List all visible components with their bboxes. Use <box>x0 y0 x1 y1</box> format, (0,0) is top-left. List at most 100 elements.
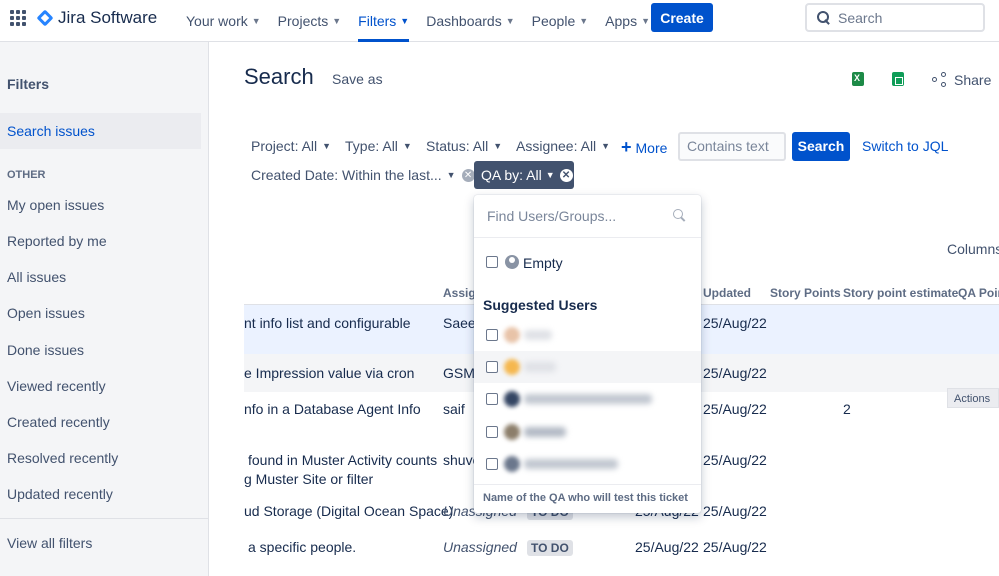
divider <box>474 237 701 238</box>
checkbox[interactable] <box>486 393 498 405</box>
checkbox[interactable] <box>486 329 498 341</box>
checkbox-empty[interactable] <box>486 256 498 268</box>
issue-summary[interactable]: e Impression value via cron <box>244 365 414 381</box>
app-name: Jira Software <box>58 8 158 27</box>
type-filter-label: Type: All <box>345 138 398 154</box>
sidebar-item-open-issues[interactable]: Open issues <box>0 295 201 331</box>
qa-by-filter[interactable]: QA by: All ▼ ✕ <box>474 161 574 189</box>
filters-sidebar: Filters Search issues OTHER My open issu… <box>0 42 209 576</box>
column-header-assignee[interactable]: Assig <box>443 286 476 300</box>
chevron-down-icon: ▼ <box>493 141 503 151</box>
sidebar-item-updated-recently[interactable]: Updated recently <box>0 476 201 512</box>
checkbox[interactable] <box>486 426 498 438</box>
issue-assignee: saif <box>443 401 465 417</box>
issue-updated: 25/Aug/22 <box>703 503 767 519</box>
issue-summary-line2[interactable]: g Muster Site or filter <box>244 471 373 487</box>
avatar <box>504 359 520 375</box>
issue-summary[interactable]: a specific people. <box>248 539 356 555</box>
user-option[interactable] <box>474 448 701 480</box>
chevron-down-icon: ▼ <box>545 170 555 180</box>
primary-nav: Your work ▼ Projects ▼ Filters ▼ Dashboards… <box>186 0 667 42</box>
create-button[interactable]: Create <box>651 3 713 32</box>
project-filter[interactable]: Project: All ▼ <box>251 138 331 154</box>
share-label: Share <box>954 72 992 88</box>
sidebar-item-all-issues[interactable]: All issues <box>0 259 201 295</box>
created-date-filter[interactable]: Created Date: Within the last... ▼ ✕ <box>251 167 475 183</box>
export-google-sheets-icon[interactable] <box>892 72 904 86</box>
issue-summary[interactable]: ud Storage (Digital Ocean Space) <box>244 503 453 519</box>
column-header-updated[interactable]: Updated <box>703 286 751 300</box>
nav-projects[interactable]: Projects ▼ <box>278 0 342 42</box>
sidebar-item-resolved-recently[interactable]: Resolved recently <box>0 440 201 476</box>
jira-logo-icon <box>37 10 53 26</box>
app-switcher-icon[interactable] <box>10 10 26 26</box>
plus-icon: + <box>621 137 632 157</box>
checkbox[interactable] <box>486 361 498 373</box>
redacted-name <box>524 459 618 469</box>
save-as-button[interactable]: Save as <box>332 71 383 87</box>
user-option[interactable] <box>474 351 701 383</box>
chevron-down-icon: ▼ <box>505 16 515 26</box>
clear-filter-icon[interactable]: ✕ <box>461 168 475 182</box>
user-option[interactable] <box>474 416 701 448</box>
column-header-story-point-estimate[interactable]: Story point estimate <box>843 286 958 300</box>
nav-label: Projects <box>277 13 329 29</box>
column-header-story-points[interactable]: Story Points <box>770 286 841 300</box>
nav-filters[interactable]: Filters ▼ <box>358 0 410 42</box>
issue-summary[interactable]: nt info list and configurable <box>244 315 411 331</box>
chevron-down-icon: ▼ <box>579 16 589 26</box>
nav-apps[interactable]: Apps ▼ <box>605 0 650 42</box>
issue-story-points: 2 <box>843 401 851 417</box>
search-placeholder: Search <box>838 9 883 26</box>
search-button[interactable]: Search <box>792 132 850 161</box>
status-filter[interactable]: Status: All ▼ <box>426 138 502 154</box>
status-filter-label: Status: All <box>426 138 489 154</box>
sidebar-item-done-issues[interactable]: Done issues <box>0 332 201 368</box>
type-filter[interactable]: Type: All ▼ <box>345 138 412 154</box>
columns-button[interactable]: Columns <box>947 241 999 257</box>
sidebar-item-view-all-filters[interactable]: View all filters <box>0 525 201 561</box>
sidebar-item-viewed-recently[interactable]: Viewed recently <box>0 368 201 404</box>
sidebar-item-reported-by-me[interactable]: Reported by me <box>0 223 201 259</box>
redacted-name <box>524 394 652 404</box>
issue-summary[interactable]: found in Muster Activity counts <box>248 452 437 468</box>
nav-dashboards[interactable]: Dashboards ▼ <box>426 0 514 42</box>
chevron-down-icon: ▼ <box>400 16 410 26</box>
column-header-qa-points[interactable]: QA Poin <box>958 286 999 300</box>
issue-assignee: GSM <box>443 365 475 381</box>
issue-created: 25/Aug/22 <box>635 539 699 555</box>
chevron-down-icon: ▼ <box>446 170 456 180</box>
redacted-name <box>524 330 552 340</box>
export-excel-icon[interactable] <box>852 72 864 86</box>
avatar <box>504 327 520 343</box>
status-badge: TO DO <box>527 540 573 556</box>
switch-to-jql-link[interactable]: Switch to JQL <box>862 138 948 154</box>
issue-summary[interactable]: nfo in a Database Agent Info <box>244 401 421 417</box>
option-empty-label: Empty <box>523 255 563 271</box>
checkbox[interactable] <box>486 458 498 470</box>
find-users-input[interactable]: Find Users/Groups... <box>487 208 616 224</box>
user-option[interactable] <box>474 383 701 415</box>
suggested-users-heading: Suggested Users <box>483 297 598 313</box>
global-search-input[interactable]: Search <box>805 3 985 32</box>
user-option[interactable] <box>474 319 701 351</box>
sidebar-item-search-issues[interactable]: Search issues <box>0 113 201 149</box>
sidebar-title: Filters <box>7 76 50 92</box>
nav-your-work[interactable]: Your work ▼ <box>186 0 261 42</box>
clear-filter-icon[interactable]: ✕ <box>559 168 573 182</box>
jira-logo[interactable]: Jira Software <box>37 8 157 28</box>
sidebar-item-created-recently[interactable]: Created recently <box>0 404 201 440</box>
nav-label: Your work <box>186 13 248 29</box>
actions-tooltip: Actions (T <box>947 388 999 408</box>
share-button[interactable]: Share <box>932 72 991 88</box>
contains-text-input[interactable]: Contains text <box>678 132 786 161</box>
more-filters-button[interactable]: + More <box>621 137 667 158</box>
sidebar-item-my-open-issues[interactable]: My open issues <box>0 187 201 223</box>
top-navigation-bar: Jira Software Your work ▼ Projects ▼ Filte… <box>0 0 999 42</box>
issue-updated: 25/Aug/22 <box>703 452 767 468</box>
nav-people[interactable]: People ▼ <box>532 0 589 42</box>
created-filter-label: Created Date: Within the last... <box>251 167 442 183</box>
sidebar-divider <box>0 518 208 519</box>
project-filter-label: Project: All <box>251 138 318 154</box>
assignee-filter[interactable]: Assignee: All ▼ <box>516 138 610 154</box>
